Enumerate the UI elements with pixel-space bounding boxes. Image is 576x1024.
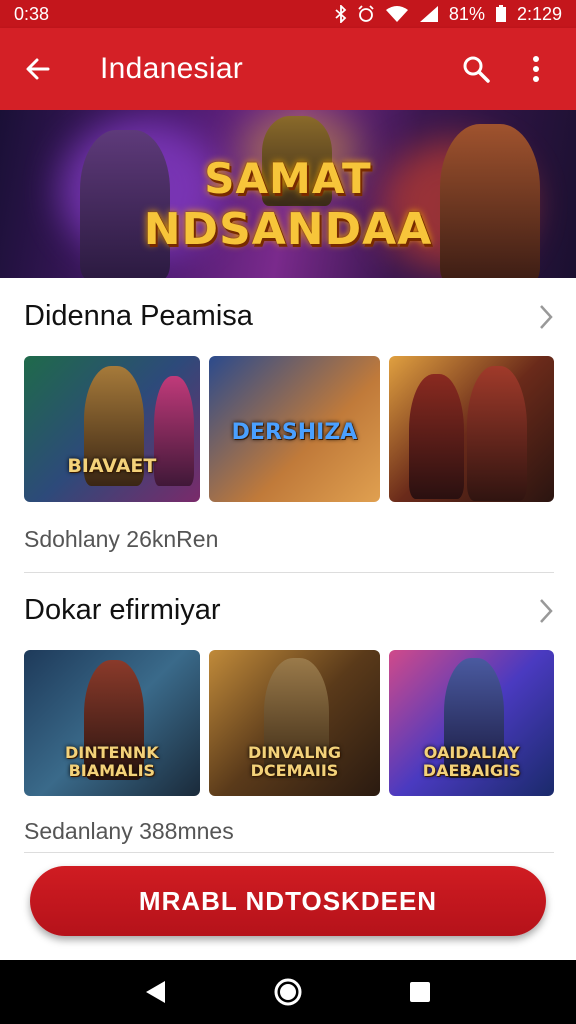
section-meta: Sedanlany 388mnes	[24, 818, 234, 844]
section-header-2[interactable]: Dokar efirmiyar	[24, 594, 554, 627]
hero-banner[interactable]: SAMAT NDSANDAA	[0, 110, 576, 278]
arrow-left-icon	[26, 58, 50, 80]
primary-cta-button[interactable]: MRABL NDTOSKDEEN	[30, 866, 546, 936]
status-icons: 81% 2:129	[335, 4, 562, 25]
game-caption: OAIDALIAY DAEBAIGIS	[422, 743, 521, 780]
game-row-2: DINTENNK BIAMALIS DINVALNG DCEMAIIS OAID…	[24, 650, 554, 796]
triangle-back-icon	[146, 981, 165, 1003]
overflow-menu-button[interactable]	[516, 49, 556, 89]
game-thumb[interactable]: DINTENNK BIAMALIS	[24, 650, 200, 796]
game-thumb[interactable]	[389, 356, 554, 502]
game-thumb[interactable]: DINVALNG DCEMAIIS	[208, 650, 381, 796]
game-thumb[interactable]: DERSHIZA	[208, 356, 381, 502]
battery-icon	[495, 5, 506, 22]
app-bar: Indanesiar	[0, 28, 576, 110]
section-title: Didenna Peamisa	[24, 300, 253, 332]
divider	[24, 572, 554, 573]
chevron-right-icon	[540, 598, 553, 623]
status-time-right: 2:129	[516, 3, 562, 24]
more-vert-icon	[533, 56, 539, 82]
system-nav-bar	[0, 960, 576, 1024]
section-header-1[interactable]: Didenna Peamisa	[24, 300, 554, 333]
battery-percent: 81%	[448, 3, 485, 24]
game-caption: DINTENNK BIAMALIS	[65, 743, 159, 780]
nav-back-button[interactable]	[131, 967, 181, 1017]
nav-home-button[interactable]	[263, 967, 313, 1017]
game-caption: DINVALNG DCEMAIIS	[247, 743, 341, 780]
divider	[24, 852, 554, 853]
square-recents-icon	[410, 982, 430, 1002]
banner-title: SAMAT	[204, 154, 372, 203]
game-caption: BIAVAET	[67, 455, 157, 477]
back-button[interactable]	[20, 51, 56, 87]
banner-subtitle: NDSANDAA	[143, 204, 433, 255]
game-caption: DERSHIZA	[231, 420, 358, 445]
signal-icon	[419, 6, 438, 22]
game-thumb[interactable]: OAIDALIAY DAEBAIGIS	[389, 650, 554, 796]
status-bar: 0:38 81% 2:129	[0, 0, 576, 28]
section-meta: Sdohlany 26knRen	[24, 526, 219, 552]
game-row-1: BIAVAET DERSHIZA	[24, 356, 554, 502]
bluetooth-icon	[335, 5, 347, 23]
section-title: Dokar efirmiyar	[24, 594, 221, 626]
search-button[interactable]	[456, 49, 496, 89]
nav-recents-button[interactable]	[395, 967, 445, 1017]
status-time-left: 0:38	[14, 3, 50, 24]
wifi-icon	[385, 6, 408, 22]
game-thumb[interactable]: BIAVAET	[24, 356, 200, 502]
circle-home-icon	[274, 978, 302, 1006]
chevron-right-icon	[540, 304, 553, 329]
search-icon	[463, 56, 490, 83]
app-title: Indanesiar	[100, 52, 244, 85]
alarm-icon	[358, 5, 374, 22]
